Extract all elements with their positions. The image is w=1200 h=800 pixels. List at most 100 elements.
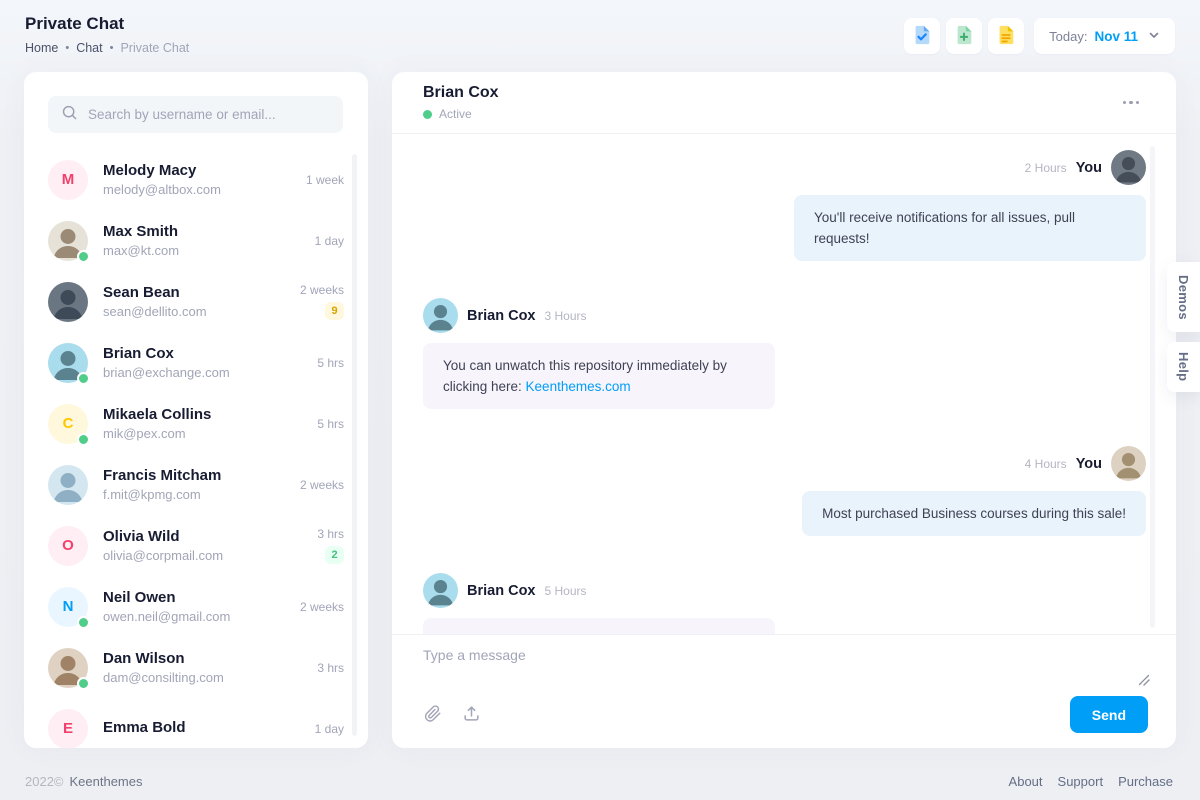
online-indicator bbox=[77, 677, 90, 690]
message-right: 4 Hours You Most purchased Business course… bbox=[423, 446, 1146, 536]
contact-row-sean-bean[interactable]: Sean Beansean@dellito.com2 weeks9 bbox=[48, 271, 344, 332]
contacts-panel: MMelody Macymelody@altbox.com1 weekMax S… bbox=[24, 72, 368, 748]
breadcrumb-separator: • bbox=[65, 43, 69, 54]
side-tab-help[interactable]: Help bbox=[1167, 342, 1200, 392]
contact-email: f.mit@kpmg.com bbox=[103, 487, 285, 502]
search-icon bbox=[61, 104, 78, 126]
contact-email: brian@exchange.com bbox=[103, 365, 302, 380]
breadcrumb: Home•Chat•Private Chat bbox=[25, 41, 189, 55]
online-indicator bbox=[77, 372, 90, 385]
message-time: 4 Hours bbox=[1025, 457, 1067, 471]
contact-row-dan-wilson[interactable]: Dan Wilsondam@consilting.com3 hrs bbox=[48, 637, 344, 698]
contact-name: Emma Bold bbox=[103, 719, 300, 736]
contact-row-max-smith[interactable]: Max Smithmax@kt.com1 day bbox=[48, 210, 344, 271]
file-check-button[interactable] bbox=[904, 18, 940, 54]
contact-row-melody-macy[interactable]: MMelody Macymelody@altbox.com1 week bbox=[48, 149, 344, 210]
date-value: Nov 11 bbox=[1094, 29, 1138, 44]
contact-name: Sean Bean bbox=[103, 284, 285, 301]
copyright-year: 2022© bbox=[25, 774, 64, 789]
contact-row-olivia-wild[interactable]: OOlivia Wildolivia@corpmail.com3 hrs2 bbox=[48, 515, 344, 576]
paperclip-icon bbox=[424, 704, 442, 725]
contacts-scrollbar[interactable] bbox=[352, 154, 357, 736]
online-status-dot bbox=[423, 110, 432, 119]
header-toolbar: Today: Nov 11 bbox=[904, 18, 1175, 54]
chat-peer-name[interactable]: Brian Cox bbox=[423, 84, 499, 102]
side-tab-demos[interactable]: Demos bbox=[1167, 262, 1200, 332]
contact-name: Max Smith bbox=[103, 223, 300, 240]
avatar-photo bbox=[48, 343, 88, 383]
message-time: 3 Hours bbox=[545, 309, 587, 323]
contact-row-neil-owen[interactable]: NNeil Owenowen.neil@gmail.com2 weeks bbox=[48, 576, 344, 637]
message-avatar bbox=[1111, 150, 1146, 185]
online-indicator bbox=[77, 616, 90, 629]
message-time: 5 Hours bbox=[545, 584, 587, 598]
avatar-initial: M bbox=[48, 160, 88, 200]
avatar-photo bbox=[48, 282, 88, 322]
ellipsis-icon bbox=[1123, 101, 1127, 105]
message-bubble: You'll receive notifications for all iss… bbox=[794, 195, 1146, 261]
contact-time: 3 hrs bbox=[317, 527, 344, 541]
online-indicator bbox=[77, 250, 90, 263]
message-list: 2 HoursYouYou'll receive notifications f… bbox=[392, 134, 1176, 634]
message-link[interactable]: Keenthemes.com bbox=[526, 379, 631, 394]
contact-row-emma-bold[interactable]: EEmma Bold1 day bbox=[48, 698, 344, 748]
avatar-photo bbox=[48, 648, 88, 688]
search-input[interactable] bbox=[88, 107, 330, 122]
upload-icon bbox=[462, 704, 481, 726]
contact-name: Mikaela Collins bbox=[103, 406, 302, 423]
send-button[interactable]: Send bbox=[1070, 696, 1148, 733]
file-lines-button[interactable] bbox=[988, 18, 1024, 54]
unread-count-badge: 2 bbox=[325, 546, 344, 564]
date-picker-button[interactable]: Today: Nov 11 bbox=[1034, 18, 1175, 54]
file-plus-button[interactable] bbox=[946, 18, 982, 54]
message-input[interactable] bbox=[423, 647, 1113, 689]
message-author[interactable]: You bbox=[1076, 160, 1102, 176]
file-check-icon bbox=[911, 24, 933, 49]
chat-peer-status-label: Active bbox=[439, 107, 472, 121]
upload-button[interactable] bbox=[458, 700, 485, 730]
contact-row-francis-mitcham[interactable]: Francis Mitchamf.mit@kpmg.com2 weeks bbox=[48, 454, 344, 515]
contact-name: Olivia Wild bbox=[103, 528, 302, 545]
message-author[interactable]: Brian Cox bbox=[467, 583, 536, 599]
contact-time: 5 hrs bbox=[317, 356, 344, 370]
contact-time: 5 hrs bbox=[317, 417, 344, 431]
composer-actions: Send bbox=[420, 696, 1148, 733]
avatar-photo bbox=[48, 465, 88, 505]
brand-link[interactable]: Keenthemes bbox=[70, 774, 143, 789]
avatar-initial: N bbox=[48, 587, 88, 627]
message-avatar bbox=[1111, 446, 1146, 481]
footer-link-purchase[interactable]: Purchase bbox=[1118, 774, 1173, 789]
message-right: 2 HoursYouYou'll receive notifications f… bbox=[423, 150, 1146, 261]
contact-email: mik@pex.com bbox=[103, 426, 302, 441]
contact-email: sean@dellito.com bbox=[103, 304, 285, 319]
contact-name: Melody Macy bbox=[103, 162, 291, 179]
contact-row-brian-cox[interactable]: Brian Cox brian@exchange.com 5 hrs bbox=[48, 332, 344, 393]
contact-time: 2 weeks bbox=[300, 478, 344, 492]
footer-link-about[interactable]: About bbox=[1009, 774, 1043, 789]
search-box bbox=[48, 96, 343, 133]
resize-grip-icon[interactable] bbox=[1138, 673, 1150, 691]
chat-header: Brian Cox Active bbox=[392, 72, 1176, 134]
breadcrumb-item-chat[interactable]: Chat bbox=[76, 41, 102, 55]
contact-name: Neil Owen bbox=[103, 589, 285, 606]
message-author[interactable]: You bbox=[1076, 456, 1102, 472]
messages-scrollbar[interactable] bbox=[1150, 146, 1155, 628]
chat-menu-button[interactable] bbox=[1117, 95, 1146, 111]
contact-row-mikaela-collins[interactable]: CMikaela Collinsmik@pex.com5 hrs bbox=[48, 393, 344, 454]
message-bubble: Most purchased Business courses during t… bbox=[802, 491, 1146, 536]
contact-name: Dan Wilson bbox=[103, 650, 302, 667]
avatar-photo bbox=[48, 221, 88, 261]
date-label: Today: bbox=[1049, 29, 1087, 44]
attach-file-button[interactable] bbox=[420, 700, 446, 729]
contact-email: owen.neil@gmail.com bbox=[103, 609, 285, 624]
message-author[interactable]: Brian Cox bbox=[467, 308, 536, 324]
footer-links: About Support Purchase bbox=[1009, 774, 1173, 789]
contact-name: Brian Cox bbox=[103, 345, 302, 362]
footer-link-support[interactable]: Support bbox=[1058, 774, 1104, 789]
contact-time: 2 weeks bbox=[300, 283, 344, 297]
message-bubble: You can unwatch this repository immediat… bbox=[423, 343, 775, 409]
contact-list: MMelody Macymelody@altbox.com1 weekMax S… bbox=[24, 141, 368, 748]
breadcrumb-item-home[interactable]: Home bbox=[25, 41, 58, 55]
contact-email: max@kt.com bbox=[103, 243, 300, 258]
chat-peer-status: Active bbox=[423, 107, 499, 121]
